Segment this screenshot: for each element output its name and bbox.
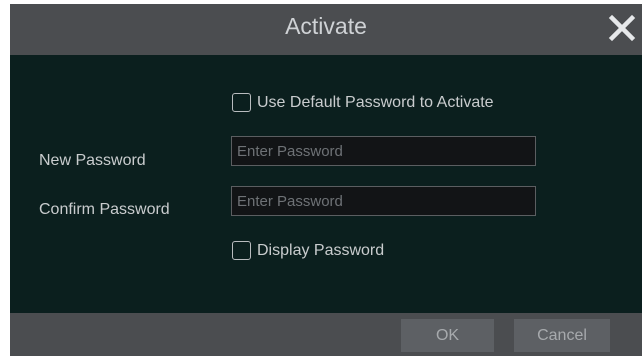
use-default-password-checkbox[interactable] — [232, 93, 251, 112]
display-password-checkbox[interactable] — [232, 241, 251, 260]
dialog-title: Activate — [285, 13, 367, 39]
new-password-label: New Password — [39, 152, 146, 169]
dialog-titlebar: Activate — [10, 4, 642, 55]
confirm-password-label: Confirm Password — [39, 201, 170, 218]
display-password-label: Display Password — [257, 241, 385, 259]
use-default-password-label: Use Default Password to Activate — [257, 93, 494, 111]
close-icon[interactable] — [604, 10, 640, 46]
display-password-checkbox-row[interactable]: Display Password — [232, 241, 384, 260]
new-password-input[interactable] — [231, 136, 536, 166]
use-default-password-checkbox-row[interactable]: Use Default Password to Activate — [232, 93, 494, 112]
dialog-footer: OK Cancel — [10, 313, 642, 356]
ok-button[interactable]: OK — [401, 319, 494, 352]
confirm-password-input[interactable] — [231, 186, 536, 216]
dialog-body: Use Default Password to Activate New Pas… — [10, 55, 642, 313]
activate-dialog: Activate Use Default Password to Activat… — [10, 4, 642, 356]
cancel-button[interactable]: Cancel — [514, 319, 610, 352]
